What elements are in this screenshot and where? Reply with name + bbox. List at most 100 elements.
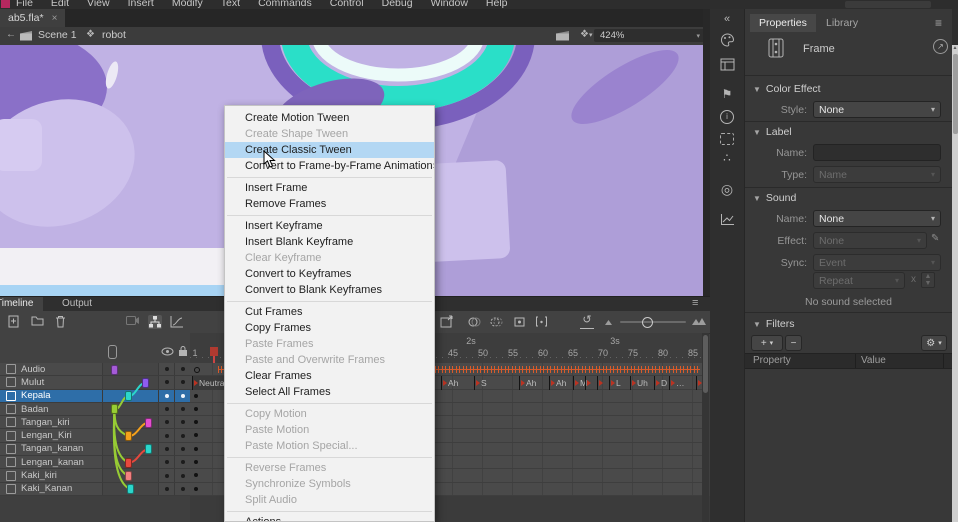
layer-row-badan[interactable]: Badan bbox=[0, 403, 190, 416]
add-filter-button[interactable]: +▾ bbox=[751, 335, 783, 351]
document-tab[interactable]: ab5.fla* × bbox=[0, 9, 65, 27]
scrollbar-thumb[interactable] bbox=[953, 54, 958, 134]
parenting-view-icon[interactable] bbox=[148, 315, 162, 329]
layer-row-mulut[interactable]: Mulut bbox=[0, 376, 190, 389]
layer-visibility-toggle[interactable] bbox=[158, 376, 174, 388]
timeline-panel-menu-icon[interactable]: ≡ bbox=[692, 297, 698, 310]
layer-lock-toggle[interactable] bbox=[174, 376, 190, 388]
context-menu-item-actions[interactable]: Actions bbox=[225, 514, 434, 522]
mouth-keyframe-ah[interactable]: Ah bbox=[519, 376, 536, 389]
particles-icon[interactable]: ∴ bbox=[710, 151, 744, 165]
creative-cloud-icon[interactable]: ◎ bbox=[710, 181, 744, 198]
mouth-keyframe-ah[interactable]: Ah bbox=[441, 376, 458, 389]
close-tab-icon[interactable]: × bbox=[52, 13, 58, 24]
chart-panel-icon[interactable] bbox=[710, 213, 744, 229]
scrollbar-thumb[interactable] bbox=[703, 335, 708, 393]
layer-lock-toggle[interactable] bbox=[174, 390, 190, 402]
workspace-switcher[interactable] bbox=[845, 1, 931, 8]
layer-row-lengan-kiri[interactable]: Lengan_Kiri bbox=[0, 429, 190, 442]
mouth-keyframe-mark[interactable]: … bbox=[669, 376, 685, 389]
parenting-cell[interactable] bbox=[102, 429, 158, 441]
layer-lock-toggle[interactable] bbox=[174, 363, 190, 375]
layer-lock-toggle[interactable] bbox=[174, 416, 190, 428]
context-menu-item-insert-frame[interactable]: Insert Frame bbox=[225, 180, 434, 196]
layer-lock-toggle[interactable] bbox=[174, 456, 190, 468]
mouth-keyframe-ah[interactable]: Ah bbox=[549, 376, 566, 389]
parenting-cell[interactable] bbox=[102, 469, 158, 481]
info-icon[interactable]: i bbox=[710, 108, 744, 124]
stage-zoom-select[interactable]: 424% ▾ bbox=[594, 29, 706, 42]
section-label[interactable]: ▼Label bbox=[753, 126, 792, 138]
modify-markers-icon[interactable] bbox=[535, 315, 549, 329]
new-folder-icon[interactable] bbox=[31, 315, 45, 329]
mouth-keyframe-item[interactable] bbox=[597, 376, 604, 389]
context-menu-item-remove-frames[interactable]: Remove Frames bbox=[225, 196, 434, 212]
layer-visibility-toggle[interactable] bbox=[158, 429, 174, 441]
frame-zoom-slider-knob[interactable] bbox=[642, 317, 653, 328]
context-menu-item-cut-frames[interactable]: Cut Frames bbox=[225, 304, 434, 320]
mouth-keyframe-item[interactable] bbox=[585, 376, 592, 389]
export-frames-icon[interactable] bbox=[440, 315, 454, 329]
filter-options-gear-button[interactable]: ⚙▾ bbox=[921, 335, 947, 351]
layer-row-tangan-kiri[interactable]: Tangan_kiri bbox=[0, 416, 190, 429]
flag-icon[interactable]: ⚑ bbox=[710, 87, 744, 101]
layer-row-kaki-kanan[interactable]: Kaki_Kanan bbox=[0, 483, 190, 496]
context-menu-item-create-classic-tween[interactable]: Create Classic Tween bbox=[225, 142, 434, 158]
layer-visibility-toggle[interactable] bbox=[158, 456, 174, 468]
collapse-panels-icon[interactable]: « bbox=[710, 13, 744, 25]
style-select[interactable]: None▾ bbox=[813, 101, 941, 118]
parenting-cell[interactable] bbox=[102, 390, 158, 402]
new-layer-icon[interactable] bbox=[8, 315, 22, 329]
camera-icon[interactable] bbox=[126, 315, 140, 329]
menu-help[interactable]: Help bbox=[486, 0, 508, 9]
tab-library[interactable]: Library bbox=[817, 14, 867, 32]
menu-file[interactable]: File bbox=[16, 0, 33, 9]
tab-output[interactable]: Output bbox=[52, 297, 102, 311]
mouth-keyframe-neutral[interactable]: Neutral bbox=[192, 376, 224, 389]
edit-scene-icon[interactable] bbox=[556, 31, 570, 41]
menu-debug[interactable]: Debug bbox=[382, 0, 413, 9]
sound-name-select[interactable]: None▾ bbox=[813, 210, 941, 227]
onion-skin-icon[interactable] bbox=[468, 315, 482, 329]
menu-control[interactable]: Control bbox=[330, 0, 364, 9]
scroll-up-arrow-icon[interactable]: ▲ bbox=[952, 45, 958, 51]
breadcrumb-symbol[interactable]: robot bbox=[102, 29, 126, 41]
section-filters[interactable]: ▼Filters bbox=[753, 318, 795, 330]
loop-playback-icon[interactable]: ↺ bbox=[580, 314, 594, 329]
edit-sound-effect-pencil-icon[interactable]: ✎ bbox=[931, 233, 939, 244]
menu-window[interactable]: Window bbox=[431, 0, 468, 9]
context-menu-item-copy-frames[interactable]: Copy Frames bbox=[225, 320, 434, 336]
window-scrollbar[interactable]: ▲ bbox=[952, 45, 958, 522]
layer-lock-toggle[interactable] bbox=[174, 443, 190, 455]
layer-visibility-toggle[interactable] bbox=[158, 390, 174, 402]
context-menu-item-convert-to-keyframes[interactable]: Convert to Keyframes bbox=[225, 266, 434, 282]
parenting-cell[interactable] bbox=[102, 443, 158, 455]
layer-lock-toggle[interactable] bbox=[174, 403, 190, 415]
menu-insert[interactable]: Insert bbox=[128, 0, 154, 9]
parenting-cell[interactable] bbox=[102, 456, 158, 468]
edit-multiple-frames-icon[interactable] bbox=[513, 315, 527, 329]
remove-filter-button[interactable]: − bbox=[785, 335, 802, 351]
context-menu-item-convert-to-blank-keyframes[interactable]: Convert to Blank Keyframes bbox=[225, 282, 434, 298]
context-menu-item-select-all-frames[interactable]: Select All Frames bbox=[225, 384, 434, 400]
layer-row-lengan-kanan[interactable]: Lengan_kanan bbox=[0, 456, 190, 469]
help-circle-icon[interactable]: ↗ bbox=[933, 39, 948, 54]
layer-row-kepala[interactable]: Kepala bbox=[0, 390, 190, 403]
selection-box-icon[interactable] bbox=[720, 133, 734, 145]
layer-lock-toggle[interactable] bbox=[174, 429, 190, 441]
eye-visibility-icon[interactable] bbox=[161, 347, 174, 356]
lock-icon[interactable] bbox=[178, 345, 188, 357]
layer-visibility-toggle[interactable] bbox=[158, 363, 174, 375]
layer-visibility-toggle[interactable] bbox=[158, 443, 174, 455]
layer-row-tangan-kanan[interactable]: Tangan_kanan bbox=[0, 443, 190, 456]
back-arrow-icon[interactable]: ← bbox=[6, 29, 16, 40]
layer-row-kaki-kiri[interactable]: Kaki_kiri bbox=[0, 469, 190, 482]
color-palette-icon[interactable] bbox=[710, 33, 744, 50]
menu-text[interactable]: Text bbox=[221, 0, 240, 9]
section-color-effect[interactable]: ▼Color Effect bbox=[753, 83, 821, 95]
onion-skin-outlines-icon[interactable] bbox=[490, 315, 504, 329]
context-menu-item-create-motion-tween[interactable]: Create Motion Tween bbox=[225, 110, 434, 126]
mouth-keyframe-d[interactable]: D bbox=[654, 376, 667, 389]
playhead-marker[interactable] bbox=[210, 347, 218, 356]
edit-symbols-icon[interactable]: ❖▾ bbox=[580, 29, 592, 40]
